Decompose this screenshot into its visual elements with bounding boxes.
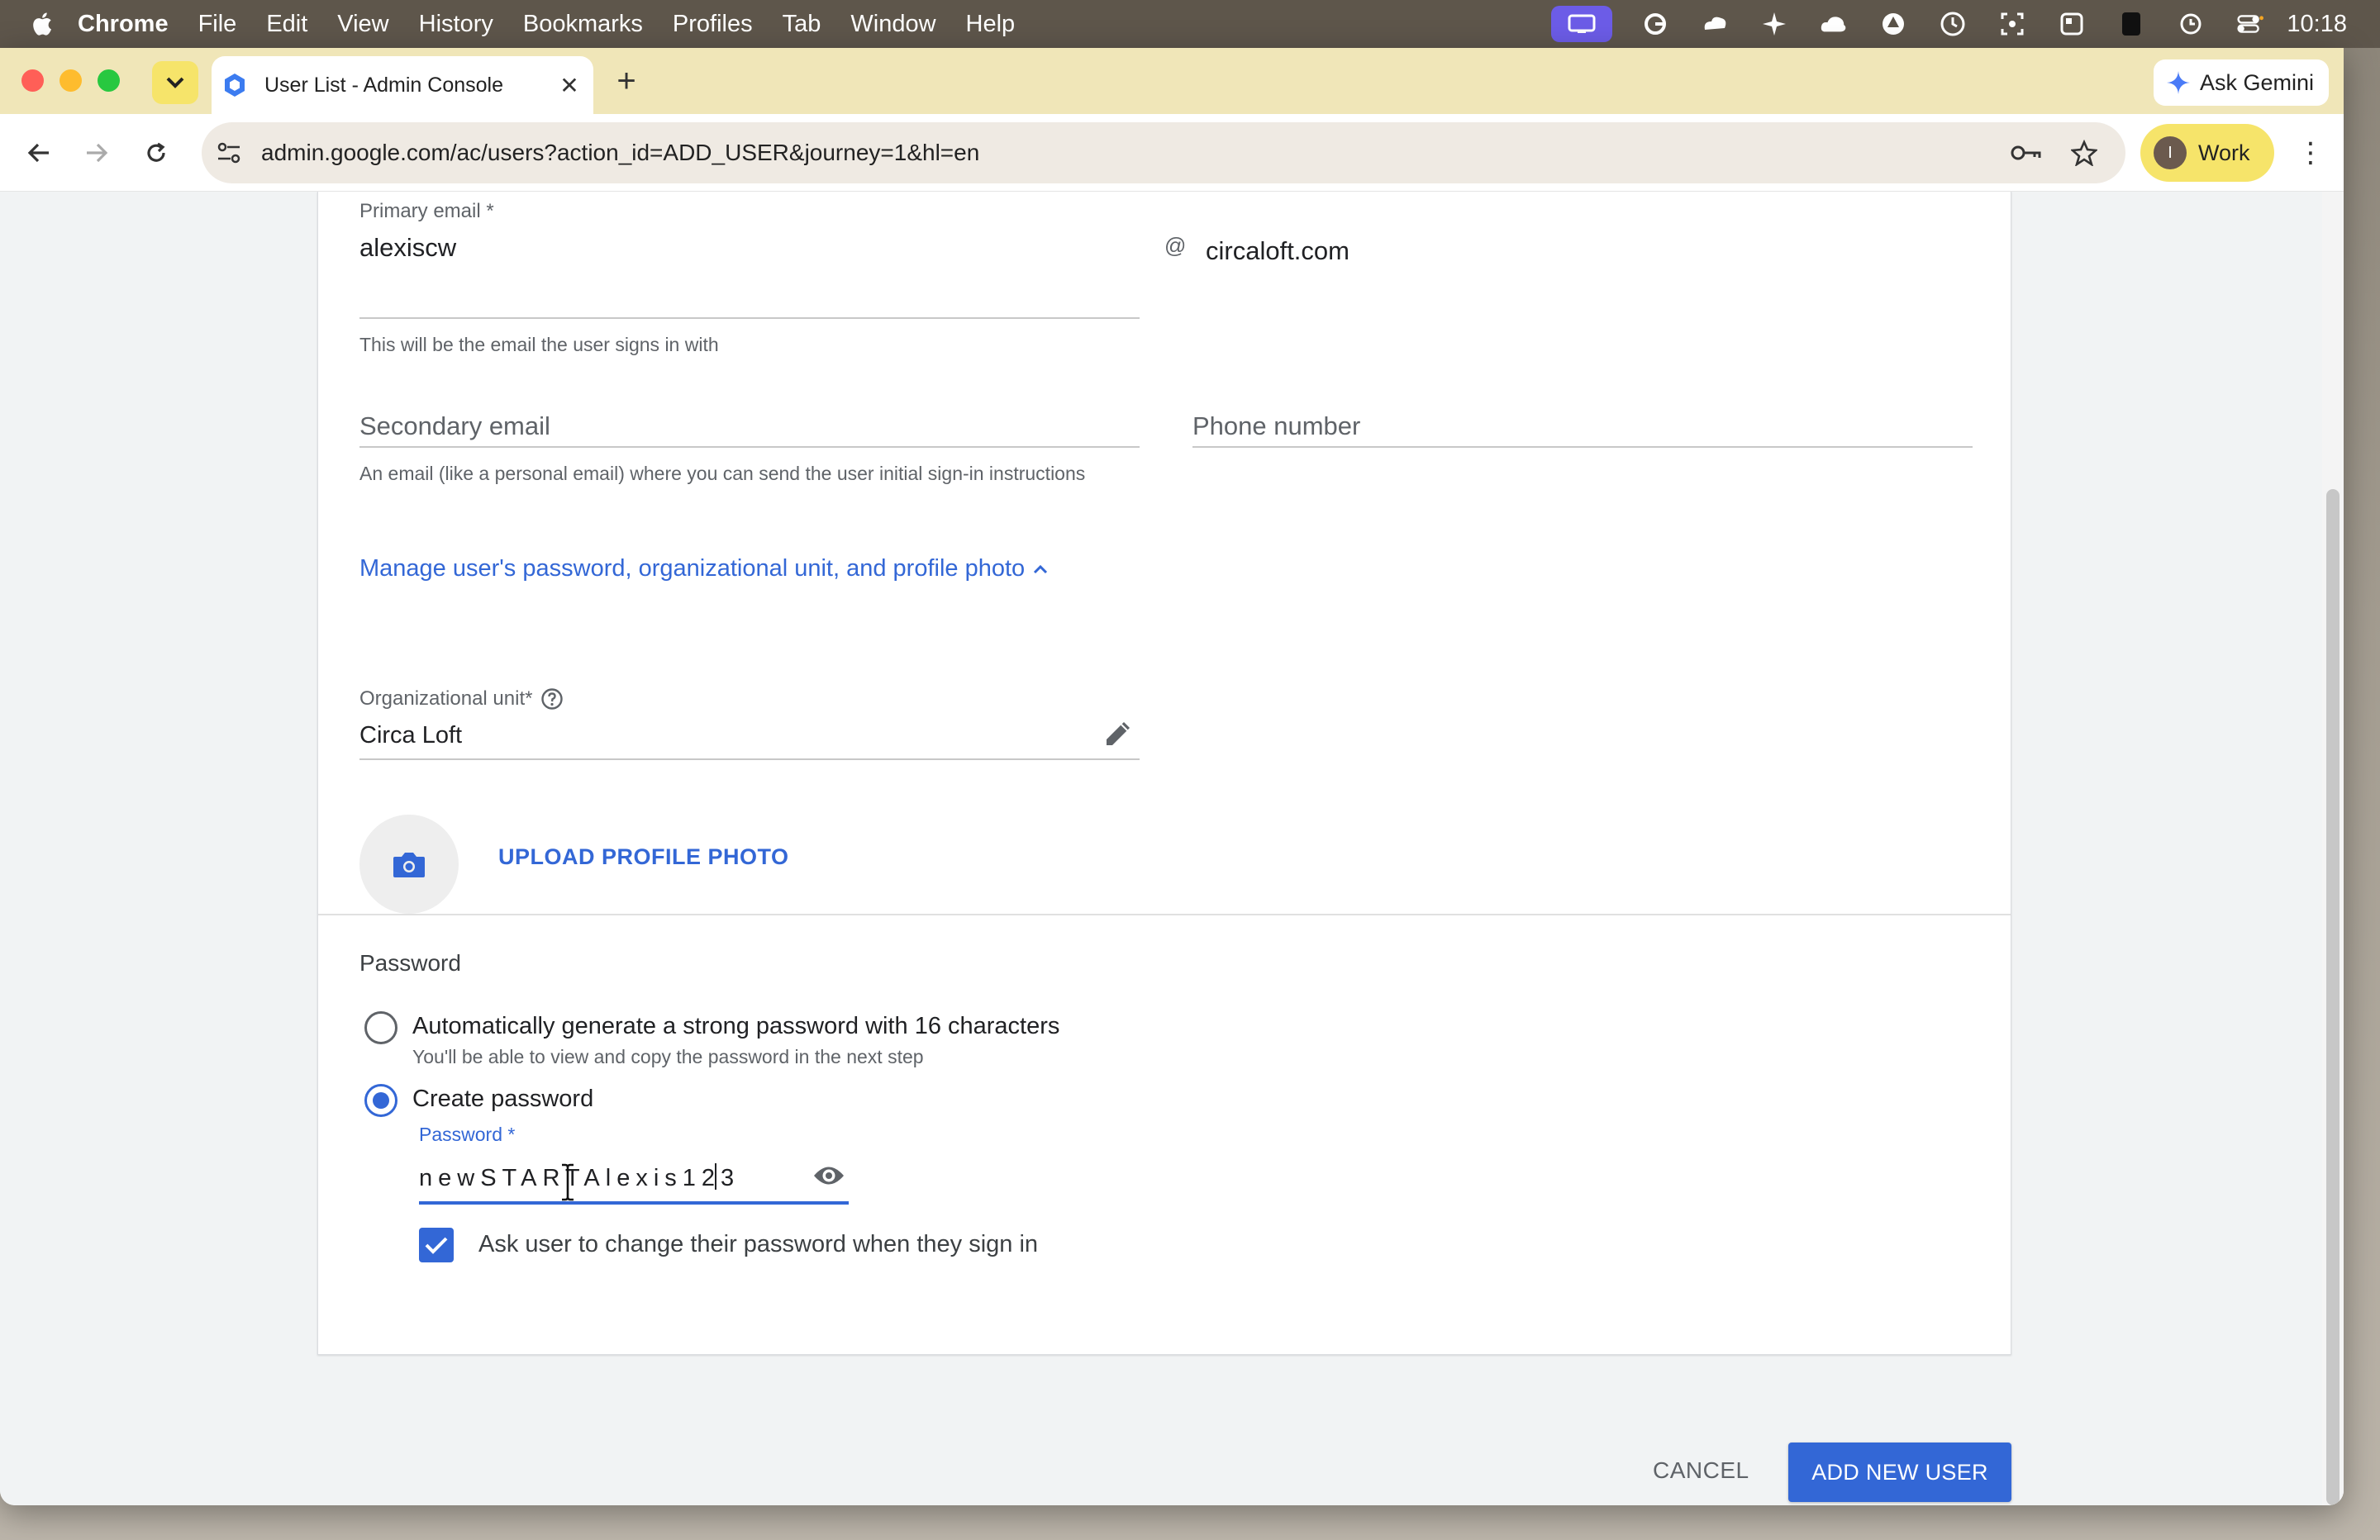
secondary-email-helper: An email (like a personal email) where y…: [359, 463, 1086, 484]
browser-toolbar: admin.google.com/ac/users?action_id=ADD_…: [0, 114, 2344, 192]
phone-number-underline: [1192, 446, 1973, 448]
phone-number-input[interactable]: Phone number: [1192, 411, 1360, 441]
camera-icon: [393, 853, 425, 877]
primary-email-helper: This will be the email the user signs in…: [359, 334, 719, 355]
profile-label: Work: [2198, 140, 2250, 165]
window-manager-icon[interactable]: [2059, 11, 2085, 37]
apple-logo-icon[interactable]: [30, 11, 53, 37]
at-sign: @: [1164, 233, 1187, 258]
password-section-title: Password: [359, 950, 461, 976]
screen-share-icon[interactable]: [1551, 6, 1613, 42]
time-machine-icon[interactable]: [2178, 11, 2204, 37]
org-unit-label-row: Organizational unit*: [359, 687, 564, 711]
password-field-label: Password *: [419, 1124, 516, 1145]
password-key-icon[interactable]: [2010, 136, 2043, 169]
drive-sync-icon[interactable]: [1702, 11, 1728, 37]
help-circle-icon[interactable]: [540, 687, 564, 711]
menu-profiles[interactable]: Profiles: [673, 11, 753, 38]
tab-strip: User List - Admin Console ✕ + Ask Gemini: [0, 48, 2344, 114]
menu-tab[interactable]: Tab: [783, 11, 821, 38]
menu-edit[interactable]: Edit: [266, 11, 307, 38]
tab-close-icon[interactable]: ✕: [555, 71, 583, 99]
menu-app-name[interactable]: Chrome: [78, 11, 169, 38]
admin-console-favicon-icon: [225, 74, 245, 97]
profile-avatar: I: [2154, 136, 2187, 169]
back-arrow-icon[interactable]: [20, 134, 58, 172]
create-password-label[interactable]: Create password: [412, 1086, 593, 1113]
window-close-button[interactable]: [21, 69, 44, 92]
auto-generate-password-helper: You'll be able to view and copy the pass…: [412, 1046, 924, 1067]
macos-menubar: Chrome File Edit View History Bookmarks …: [0, 0, 2380, 48]
primary-email-input[interactable]: alexiscw: [359, 233, 456, 263]
timer-icon[interactable]: [1940, 11, 1966, 37]
page-content: Primary email * alexiscw @ circaloft.com…: [0, 192, 2344, 1505]
auto-generate-password-label[interactable]: Automatically generate a strong password…: [412, 1013, 1059, 1040]
password-input[interactable]: newSTARTAlexis123: [419, 1165, 740, 1192]
screenshot-icon[interactable]: [1999, 11, 2025, 37]
profile-photo-placeholder[interactable]: [359, 815, 459, 914]
upload-profile-photo-button[interactable]: UPLOAD PROFILE PHOTO: [498, 844, 789, 870]
primary-email-label: Primary email *: [359, 200, 494, 222]
google-drive-icon[interactable]: [1880, 11, 1906, 37]
menubar-clock[interactable]: 10:18: [2287, 11, 2347, 38]
control-center-icon[interactable]: [2237, 11, 2264, 37]
window-minimize-button[interactable]: [60, 69, 82, 92]
menu-window[interactable]: Window: [850, 11, 935, 38]
creative-cloud-icon[interactable]: [1821, 11, 1847, 37]
menu-history[interactable]: History: [419, 11, 493, 38]
section-divider: [318, 914, 2011, 915]
profile-button[interactable]: I Work: [2140, 124, 2274, 182]
auto-generate-password-radio[interactable]: [364, 1011, 397, 1044]
url-text[interactable]: admin.google.com/ac/users?action_id=ADD_…: [261, 140, 2010, 166]
primary-email-underline: [359, 317, 1140, 319]
gemini-sparkle-icon: [2167, 71, 2190, 94]
secondary-email-input[interactable]: Secondary email: [359, 411, 550, 441]
address-bar[interactable]: admin.google.com/ac/users?action_id=ADD_…: [202, 122, 2125, 183]
domain-select[interactable]: circaloft.com: [1206, 236, 1349, 266]
menu-bookmarks[interactable]: Bookmarks: [523, 11, 643, 38]
terminal-icon[interactable]: [2118, 11, 2144, 37]
manage-password-ou-photo-link[interactable]: Manage user's password, organizational u…: [359, 555, 1048, 582]
forward-arrow-icon[interactable]: [78, 134, 116, 172]
org-unit-label: Organizational unit*: [359, 687, 533, 710]
new-tab-button[interactable]: +: [608, 63, 645, 99]
chevron-down-icon: [166, 77, 184, 88]
cancel-button[interactable]: CANCEL: [1653, 1457, 1749, 1484]
add-new-user-button[interactable]: ADD NEW USER: [1788, 1443, 2011, 1502]
create-password-radio[interactable]: [364, 1084, 397, 1117]
window-zoom-button[interactable]: [98, 69, 120, 92]
menu-help[interactable]: Help: [966, 11, 1016, 38]
ibeam-cursor-icon: [562, 1163, 574, 1201]
text-caret: [715, 1163, 716, 1190]
show-password-eye-icon[interactable]: [812, 1163, 845, 1188]
scrollbar-thumb[interactable]: [2326, 489, 2340, 1505]
menu-file[interactable]: File: [198, 11, 237, 38]
grammarly-icon[interactable]: [1642, 11, 1668, 37]
browser-window: User List - Admin Console ✕ + Ask Gemini…: [0, 48, 2344, 1505]
site-settings-icon[interactable]: [215, 139, 243, 167]
tab-admin-console[interactable]: User List - Admin Console ✕: [212, 56, 593, 114]
menubar-tray: 10:18: [1551, 0, 2380, 48]
tab-search-button[interactable]: [152, 61, 198, 104]
reload-icon[interactable]: [137, 134, 175, 172]
page-scrollbar[interactable]: [2322, 192, 2344, 1505]
bookmark-star-icon[interactable]: [2068, 136, 2101, 169]
edit-pencil-icon[interactable]: [1102, 717, 1135, 750]
checkmark-icon: [425, 1237, 448, 1254]
ask-gemini-label: Ask Gemini: [2200, 69, 2315, 95]
more-menu-icon[interactable]: ⋮: [2294, 134, 2327, 172]
sparkle-icon[interactable]: [1761, 11, 1787, 37]
org-unit-underline: [359, 758, 1140, 760]
change-password-checkbox[interactable]: [419, 1228, 454, 1262]
change-password-label[interactable]: Ask user to change their password when t…: [478, 1231, 1038, 1258]
org-unit-value[interactable]: Circa Loft: [359, 722, 462, 749]
tab-title: User List - Admin Console: [264, 73, 504, 97]
manage-link-label: Manage user's password, organizational u…: [359, 555, 1026, 582]
secondary-email-underline: [359, 446, 1140, 448]
chevron-up-icon: [1034, 564, 1048, 573]
password-input-underline: [419, 1201, 849, 1205]
menu-view[interactable]: View: [337, 11, 388, 38]
ask-gemini-button[interactable]: Ask Gemini: [2154, 59, 2329, 106]
